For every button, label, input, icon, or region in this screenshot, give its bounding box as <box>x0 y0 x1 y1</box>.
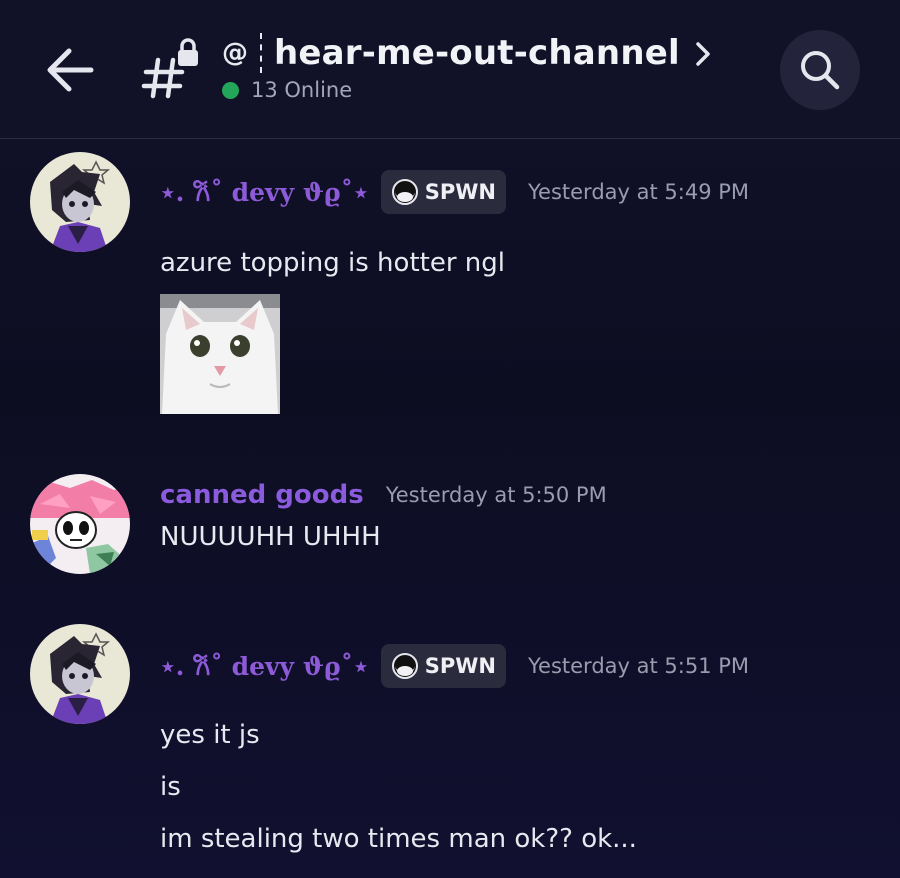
avatar[interactable] <box>30 152 130 252</box>
avatar-image <box>30 624 130 724</box>
chevron-right-icon <box>696 42 710 66</box>
guild-tag-icon <box>391 653 418 679</box>
timestamp: Yesterday at 5:49 PM <box>528 180 750 204</box>
timestamp: Yesterday at 5:51 PM <box>528 654 750 678</box>
channel-header: @ hear-me-out-channel 13 Online <box>0 0 900 139</box>
guild-tag[interactable]: SPWN <box>380 170 506 214</box>
message-text[interactable]: azure topping is hotter ngl <box>160 248 505 278</box>
message-text[interactable]: im stealing two times man ok?? ok... <box>160 824 637 854</box>
channel-prefix: @ <box>222 38 248 68</box>
message-text[interactable]: is <box>160 772 181 802</box>
username[interactable]: canned goods <box>160 480 364 510</box>
image-attachment[interactable] <box>160 294 280 414</box>
title-divider <box>260 33 262 73</box>
channel-name: hear-me-out-channel <box>274 33 680 73</box>
username[interactable]: ⋆. 𐙚˚ devy ϑϱ˚⋆ <box>160 649 369 683</box>
chat-screen: @ hear-me-out-channel 13 Online ⋆. 𐙚˚ de… <box>0 0 900 878</box>
message-header: ⋆. 𐙚˚ devy ϑϱ˚⋆ SPWN Yesterday at 5:51 P… <box>160 644 749 688</box>
avatar[interactable] <box>30 474 130 574</box>
back-button[interactable] <box>44 44 96 96</box>
cat-image <box>160 294 280 414</box>
avatar[interactable] <box>30 624 130 724</box>
message-text[interactable]: NUUUUHH UHHH <box>160 522 381 552</box>
search-button[interactable] <box>780 30 860 110</box>
online-dot <box>222 81 239 99</box>
guild-tag-label: SPWN <box>424 180 496 204</box>
guild-tag-icon <box>391 179 418 205</box>
guild-tag-label: SPWN <box>424 654 496 678</box>
search-icon <box>801 51 840 90</box>
avatar-image <box>30 152 130 252</box>
message-header: canned goods Yesterday at 5:50 PM <box>160 480 607 510</box>
username[interactable]: ⋆. 𐙚˚ devy ϑϱ˚⋆ <box>160 175 369 209</box>
message-text[interactable]: yes it js <box>160 720 260 750</box>
hashtag-lock-icon <box>141 38 198 99</box>
arrow-left-icon <box>47 48 94 92</box>
timestamp: Yesterday at 5:50 PM <box>385 483 607 507</box>
message-header: ⋆. 𐙚˚ devy ϑϱ˚⋆ SPWN Yesterday at 5:49 P… <box>160 170 749 214</box>
online-count: 13 Online <box>251 78 353 102</box>
online-status: 13 Online <box>222 78 352 102</box>
avatar-image <box>30 474 130 574</box>
channel-title[interactable]: @ hear-me-out-channel <box>222 28 712 78</box>
guild-tag[interactable]: SPWN <box>380 644 506 688</box>
